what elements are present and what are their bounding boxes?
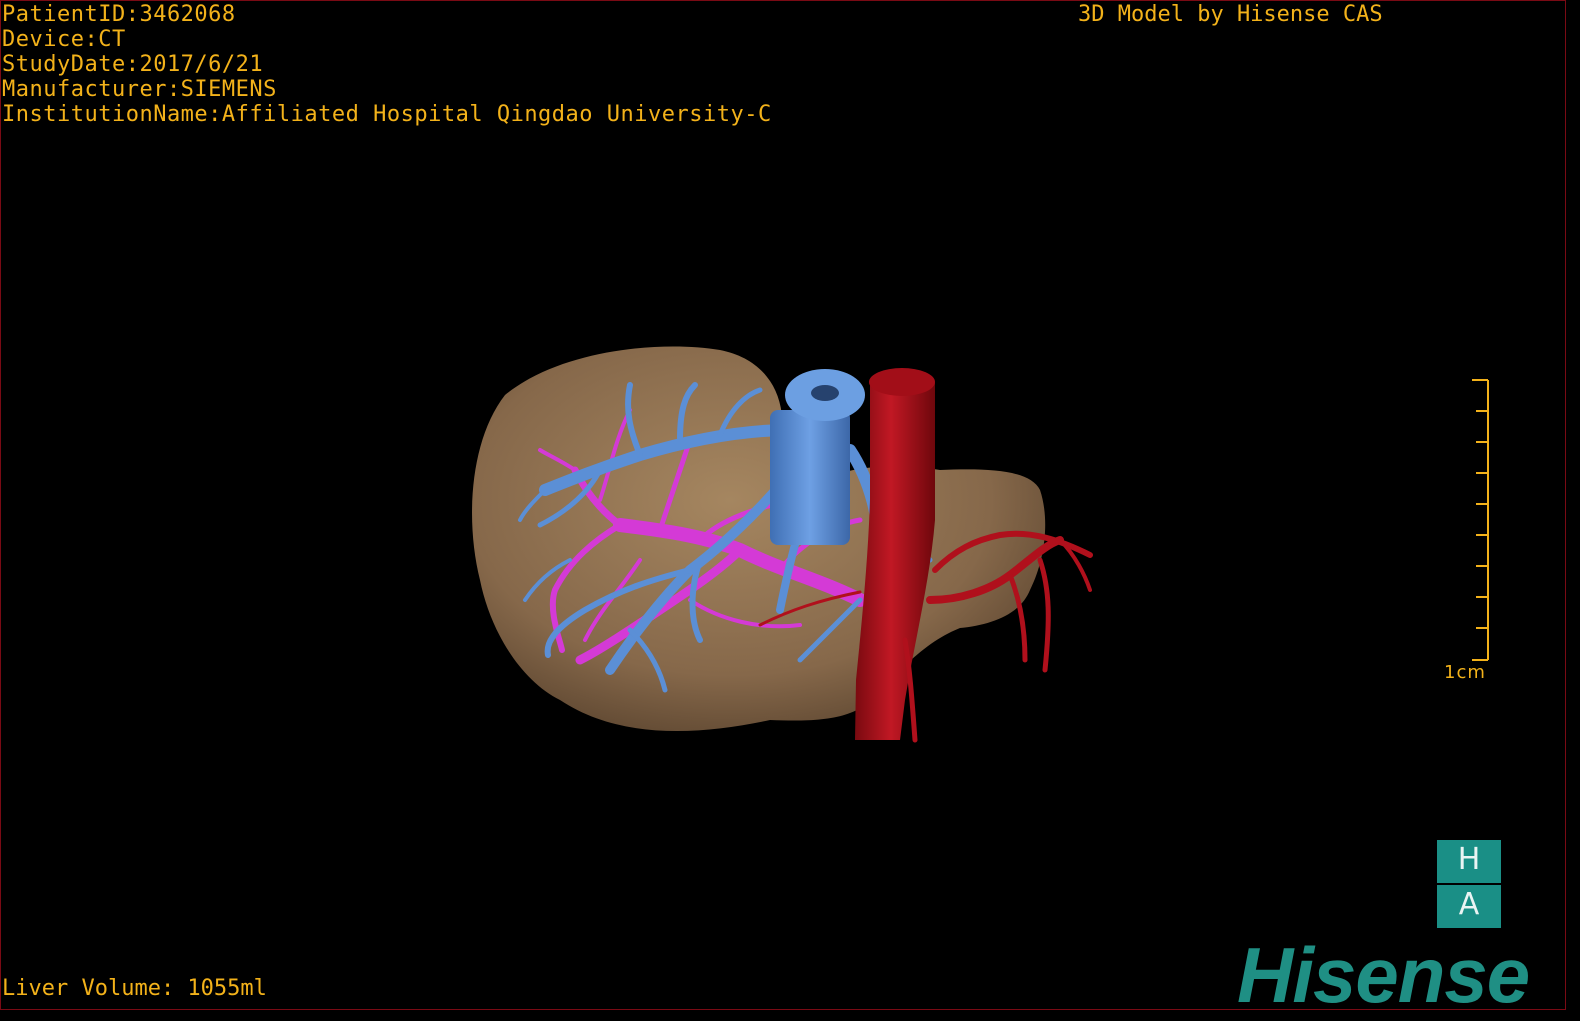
liver-model[interactable] (472, 346, 1046, 732)
liver-volume-text: Liver Volume: 1055ml (2, 976, 267, 1001)
orientation-top-label: H (1457, 842, 1481, 877)
patient-id-text: PatientID:3462068 (2, 2, 236, 27)
scale-bar (1472, 379, 1489, 661)
institution-text: InstitutionName:Affiliated Hospital Qing… (2, 102, 772, 127)
scale-bar-label: 1cm (1444, 662, 1486, 683)
orientation-bottom-label: A (1458, 887, 1480, 922)
3d-viewport[interactable] (0, 0, 1566, 1010)
device-text: Device:CT (2, 27, 126, 52)
orientation-divider (1437, 883, 1501, 885)
liver-right-lobe (472, 346, 1046, 732)
manufacturer-text: Manufacturer:SIEMENS (2, 77, 277, 102)
hisense-logo: Hisense (1237, 931, 1530, 1019)
model-credit-text: 3D Model by Hisense CAS (1078, 2, 1383, 27)
orientation-cube[interactable]: H A (1437, 840, 1501, 928)
study-date-text: StudyDate:2017/6/21 (2, 52, 264, 77)
